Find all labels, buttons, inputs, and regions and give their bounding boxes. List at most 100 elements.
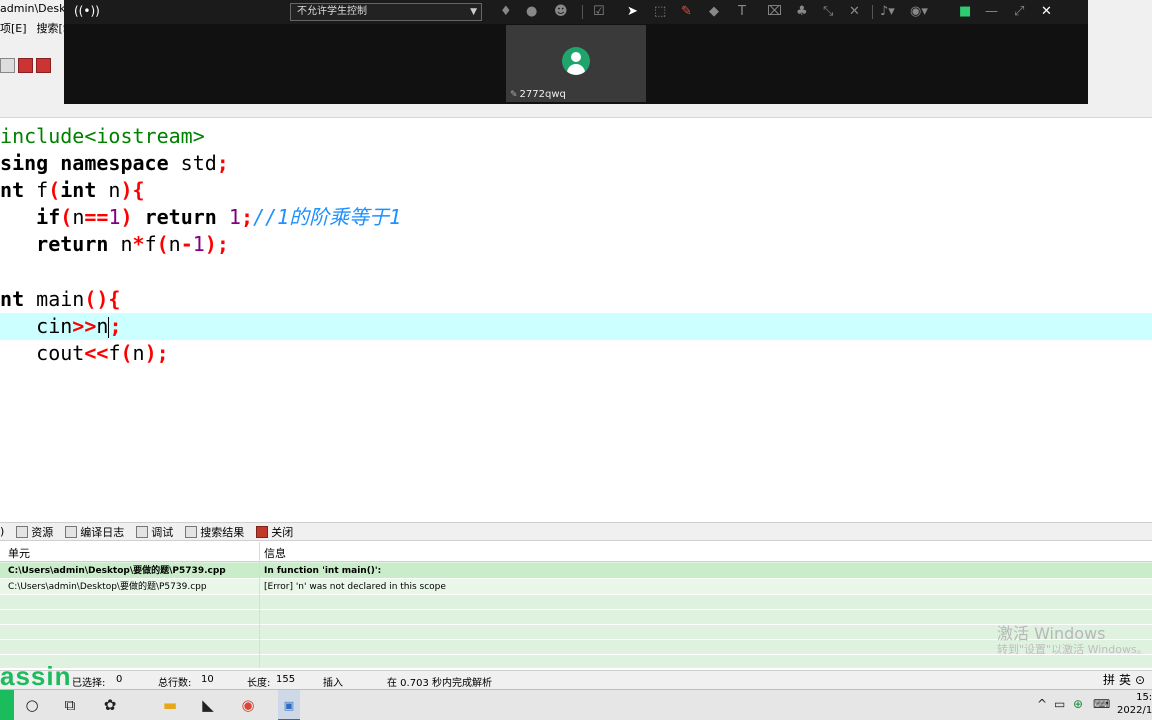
group-icon[interactable]: ☻	[554, 4, 568, 20]
empty-row	[0, 595, 1152, 610]
menu-bar: 项[E] 搜索[S]	[0, 20, 74, 36]
copy-icon[interactable]	[0, 58, 15, 73]
participant-name: ✎ 2772qwq	[510, 89, 566, 100]
raise-hand-icon[interactable]: ♦	[500, 4, 512, 20]
avatar-icon	[562, 47, 590, 75]
row-unit: C:\Users\admin\Desktop\要做的题\P5739.cpp	[8, 566, 226, 576]
participant-video-tile[interactable]: ✎ 2772qwq	[506, 25, 646, 102]
system-clock[interactable]: 15:3 2022/10	[1117, 691, 1152, 717]
shield-icon[interactable]: ⊕	[1073, 697, 1083, 711]
pen-icon[interactable]: ✎	[681, 4, 692, 20]
code-line-9: cout<<f(n);	[36, 341, 169, 365]
chevron-down-icon: ▼	[470, 7, 477, 17]
windows-start-icon[interactable]	[0, 690, 14, 720]
tab-resources[interactable]: 资源	[10, 523, 59, 540]
compile-icon[interactable]	[18, 58, 33, 73]
trash-icon[interactable]: ⌧	[767, 4, 782, 20]
close-icon[interactable]: ✕	[1041, 4, 1052, 20]
keyboard-icon[interactable]: ⌨	[1093, 697, 1110, 711]
folder-icon[interactable]: ▬	[158, 694, 182, 716]
clock-time: 15:3	[1136, 692, 1152, 703]
row-info: In function 'int main()':	[264, 566, 382, 576]
network-icon[interactable]: ▭	[1054, 697, 1065, 711]
empty-row	[0, 610, 1152, 625]
compiler-messages: 单元 信息 C:\Users\admin\Desktop\要做的题\P5739.…	[0, 542, 1152, 668]
task-view-icon[interactable]: ⧉	[58, 694, 82, 716]
speaker-icon[interactable]: ◉▾	[910, 4, 928, 20]
clock-date: 2022/10	[1117, 705, 1152, 716]
chrome-icon[interactable]: ◉	[236, 694, 260, 716]
row-unit: C:\Users\admin\Desktop\要做的题\P5739.cpp	[8, 582, 207, 592]
student-control-select[interactable]: 不允许学生控制 ▼	[290, 3, 482, 21]
menu-item-project[interactable]: 项[E]	[0, 20, 27, 36]
search-icon[interactable]: ○	[20, 694, 44, 716]
run-icon[interactable]	[36, 58, 51, 73]
classroom-overlay: ((•)) 不允许学生控制 ▼ ♦ ● ☻ ☑ ➤ ⬚ ✎ ◆ T ⌧ ♣ ⤡ …	[64, 0, 1088, 104]
pointer-icon[interactable]: ➤	[627, 4, 638, 20]
close-icon[interactable]: ✕	[849, 4, 860, 20]
length-label: 长度:	[247, 678, 271, 689]
devcpp-taskbar-item[interactable]: ▣	[278, 690, 300, 720]
table-row[interactable]: C:\Users\admin\Desktop\要做的题\P5739.cpp In…	[0, 563, 1152, 579]
shrink-icon[interactable]: ⤡	[823, 4, 833, 20]
resources-icon	[16, 525, 29, 538]
total-lines-value: 10	[201, 674, 214, 685]
status-bar: 已选择: 0 总行数: 10 长度: 155 插入 在 0.703 秒内完成解析	[0, 670, 1152, 689]
checkbox-icon[interactable]: ☑	[593, 4, 605, 20]
code-line-2: using namespace std;	[0, 151, 229, 175]
eraser-icon[interactable]: ◆	[709, 4, 719, 20]
selected-value: 0	[116, 674, 123, 685]
code-line-4: if(n==1) return 1;//1的阶乘等于1	[36, 205, 402, 229]
ime-indicator[interactable]: 拼 英 ⊙	[1103, 670, 1145, 689]
toolbar-divider	[872, 5, 873, 19]
search-icon	[185, 525, 198, 538]
code-line-8: cin>>n;	[36, 314, 122, 338]
tab-compile-log[interactable]: 编译日志	[59, 523, 130, 540]
select-region-icon[interactable]: ⬚	[654, 4, 666, 20]
brand-logo: assin	[0, 661, 72, 691]
chevron-up-icon[interactable]: ^	[1037, 697, 1047, 711]
app-icon[interactable]: ✿	[98, 694, 122, 716]
column-divider	[259, 542, 260, 668]
code-line-3: int f(int n){	[0, 178, 145, 202]
empty-row	[0, 625, 1152, 640]
text-tool-icon[interactable]: T	[738, 4, 746, 20]
tab-compiler[interactable]: )	[0, 523, 10, 540]
column-header-info[interactable]: 信息	[264, 545, 286, 561]
microphone-icon[interactable]: ♪▾	[880, 4, 895, 20]
length-value: 155	[276, 674, 296, 685]
mic-muted-icon: ✎	[510, 90, 518, 100]
bottom-panel-tabs: ) 资源 编译日志 调试 搜索结果 关闭	[0, 522, 1152, 541]
check-icon	[136, 525, 149, 538]
tab-debug[interactable]: 调试	[130, 523, 179, 540]
total-lines-label: 总行数:	[158, 678, 192, 689]
close-icon	[256, 525, 269, 538]
parse-status: 在 0.703 秒内完成解析	[387, 678, 492, 689]
chat-icon[interactable]: ●	[526, 4, 537, 20]
camera-icon[interactable]: ■	[959, 4, 971, 20]
insert-mode: 插入	[323, 678, 343, 689]
tab-close[interactable]: 关闭	[250, 523, 299, 540]
grid-header: 单元 信息	[0, 542, 1152, 562]
code-line-1: #include<iostream>	[0, 124, 205, 148]
column-header-unit[interactable]: 单元	[8, 545, 30, 561]
participant-name-text: 2772qwq	[519, 89, 566, 100]
overlay-toolbar: ((•)) 不允许学生控制 ▼ ♦ ● ☻ ☑ ➤ ⬚ ✎ ◆ T ⌧ ♣ ⤡ …	[64, 0, 1088, 24]
restore-icon[interactable]: ⤢	[1014, 4, 1024, 20]
selected-label: 已选择:	[72, 678, 106, 689]
app-dark-icon[interactable]: ◣	[196, 694, 220, 716]
table-row[interactable]: C:\Users\admin\Desktop\要做的题\P5739.cpp [E…	[0, 579, 1152, 595]
brush-icon[interactable]: ♣	[796, 4, 808, 20]
screen: admin\Deskto 项[E] 搜索[S] ((•)) 不允许学生控制 ▼ …	[0, 0, 1152, 720]
ide-toolbar	[0, 58, 51, 73]
minimize-icon[interactable]: —	[985, 4, 998, 20]
signal-icon: ((•))	[74, 4, 100, 18]
devcpp-icon: ▣	[283, 698, 295, 712]
code-line-5: return n*f(n-1);	[36, 232, 229, 256]
code-line-7: int main(){	[0, 287, 121, 311]
row-info: [Error] 'n' was not declared in this sco…	[264, 582, 446, 592]
tab-search-results[interactable]: 搜索结果	[179, 523, 250, 540]
current-line-highlight	[0, 313, 1152, 340]
ime-settings-icon: ⊙	[1135, 672, 1146, 687]
code-editor[interactable]: #include<iostream> using namespace std; …	[0, 118, 1152, 520]
